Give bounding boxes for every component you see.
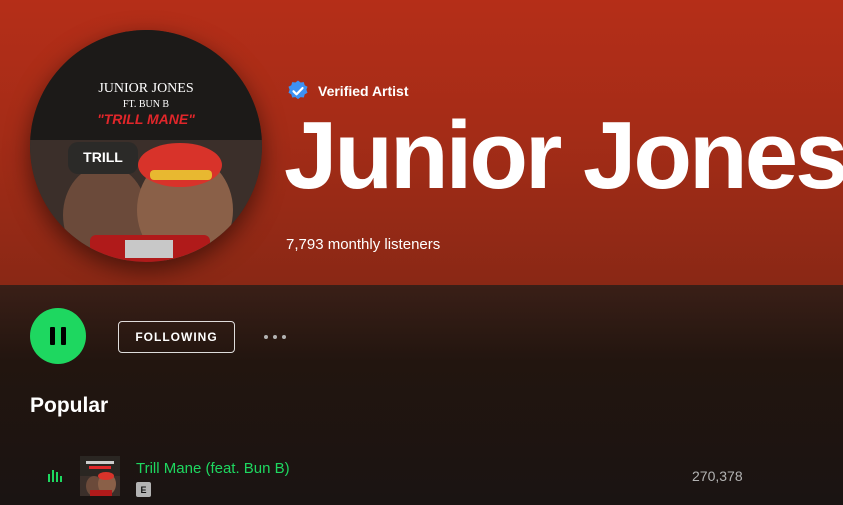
verified-badge: Verified Artist	[286, 79, 409, 103]
track-play-count: 270,378	[692, 468, 743, 484]
track-cover-art	[80, 456, 120, 496]
pause-icon	[50, 327, 66, 345]
avatar-text-artist: JUNIOR JONES	[98, 81, 193, 96]
now-playing-equalizer-icon	[48, 470, 62, 482]
avatar-text-feature: FT. BUN B	[123, 99, 170, 110]
pause-button[interactable]	[30, 308, 86, 364]
avatar-text-song: "TRILL MANE"	[97, 111, 195, 127]
artist-avatar: JUNIOR JONES FT. BUN B "TRILL MANE" TRIL…	[30, 30, 262, 262]
popular-section-title: Popular	[30, 394, 109, 417]
track-row[interactable]: Trill Mane (feat. Bun B) E 270,378	[30, 452, 820, 500]
verified-label: Verified Artist	[318, 83, 409, 99]
avatar-text-cap: TRILL	[83, 149, 123, 165]
artist-header: JUNIOR JONES FT. BUN B "TRILL MANE" TRIL…	[0, 0, 843, 285]
more-options-button[interactable]	[258, 326, 292, 348]
more-dots-icon	[264, 335, 268, 339]
following-button[interactable]: FOLLOWING	[118, 321, 235, 353]
track-title[interactable]: Trill Mane (feat. Bun B)	[136, 460, 290, 477]
artist-name: Junior Jones	[284, 102, 843, 209]
monthly-listeners: 7,793 monthly listeners	[286, 236, 441, 253]
explicit-badge: E	[136, 482, 151, 497]
verified-icon	[288, 80, 308, 100]
